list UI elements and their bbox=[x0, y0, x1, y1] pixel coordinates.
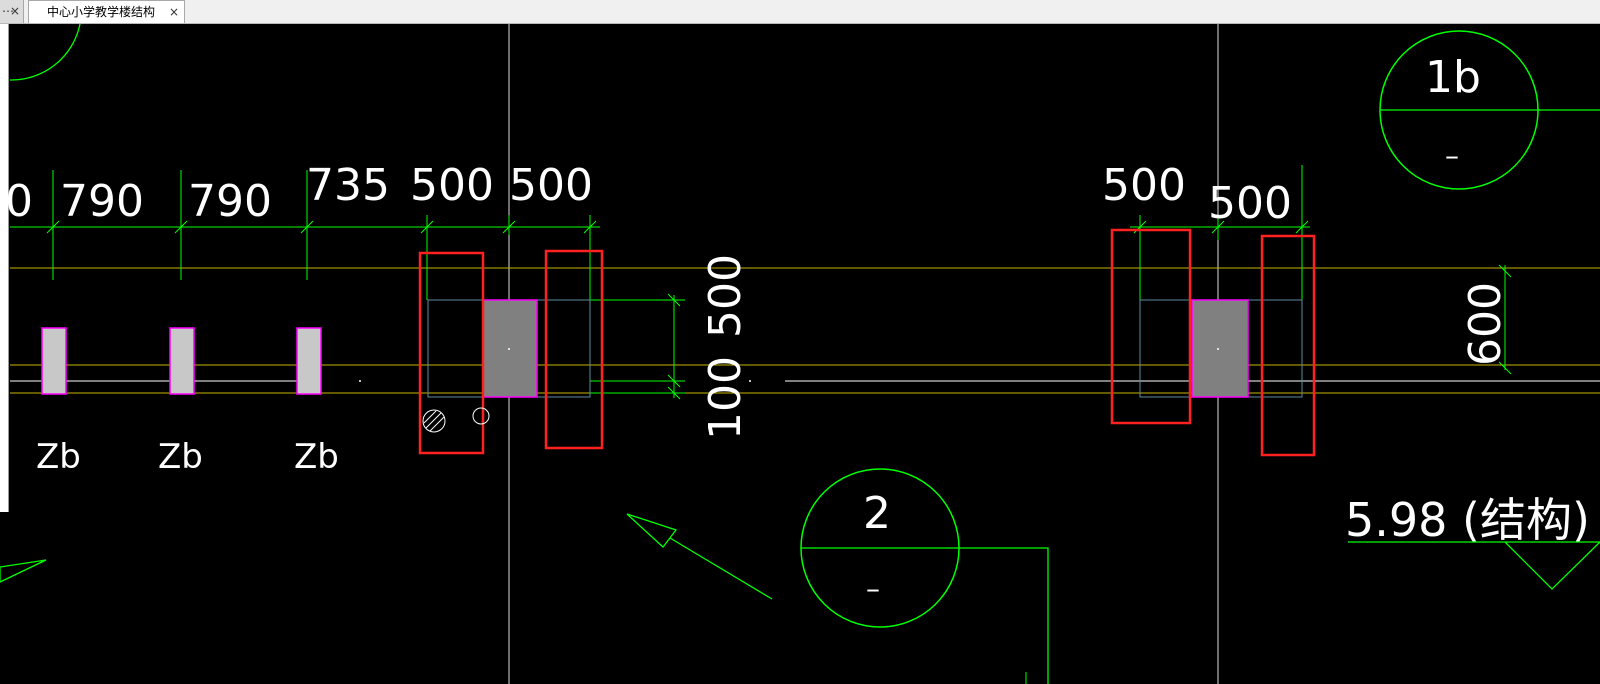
dim-text: 790 bbox=[60, 176, 144, 227]
tab-previous[interactable]: … × bbox=[0, 0, 24, 23]
dim-text: 500 bbox=[410, 160, 494, 211]
dim-text: 500 bbox=[1208, 178, 1292, 229]
highlight-box[interactable] bbox=[418, 251, 485, 455]
elevation-text: 5.98 (结构) bbox=[1345, 493, 1590, 547]
highlight-box[interactable] bbox=[544, 249, 604, 450]
column-zb[interactable] bbox=[169, 327, 195, 395]
dim-text: 0 bbox=[5, 176, 33, 227]
column-zb[interactable] bbox=[41, 327, 67, 395]
column-main[interactable] bbox=[482, 299, 538, 398]
highlight-box[interactable] bbox=[1110, 228, 1192, 425]
highlight-box[interactable] bbox=[1260, 234, 1316, 457]
dim-text: 500 bbox=[700, 254, 751, 338]
tab-title: 中心小学教学楼结构 bbox=[47, 5, 156, 19]
cad-canvas[interactable]: 0 790 790 735 500 500 500 500 500 100 60… bbox=[0, 24, 1600, 684]
callout-text: – bbox=[1445, 139, 1459, 172]
dim-text: 790 bbox=[188, 176, 272, 227]
callout-text: – bbox=[866, 572, 880, 605]
dim-text: 735 bbox=[306, 160, 390, 211]
rebar-circle bbox=[472, 407, 490, 425]
column-label: Zb bbox=[294, 437, 339, 477]
dim-text: 500 bbox=[1102, 160, 1186, 211]
column-label: Zb bbox=[158, 437, 203, 477]
callout-text: 2 bbox=[863, 488, 891, 539]
elevation-marker bbox=[1504, 541, 1600, 590]
column-main[interactable] bbox=[1191, 299, 1249, 398]
tab-drawing[interactable]: 中心小学教学楼结构 × bbox=[28, 0, 185, 23]
arrow-head bbox=[626, 513, 678, 548]
column-zb[interactable] bbox=[296, 327, 322, 395]
dim-text: 500 bbox=[509, 160, 593, 211]
dim-text: 100 bbox=[700, 356, 751, 440]
close-icon[interactable]: × bbox=[169, 1, 179, 23]
dim-text: 600 bbox=[1460, 282, 1511, 366]
tab-bar: … × 中心小学教学楼结构 × bbox=[0, 0, 1600, 24]
arrow-line bbox=[669, 537, 773, 600]
callout-text: 1b bbox=[1425, 52, 1481, 103]
arrow-head bbox=[0, 559, 47, 583]
close-icon[interactable]: × bbox=[10, 0, 20, 22]
arc-line bbox=[9, 24, 81, 81]
column-label: Zb bbox=[36, 437, 81, 477]
